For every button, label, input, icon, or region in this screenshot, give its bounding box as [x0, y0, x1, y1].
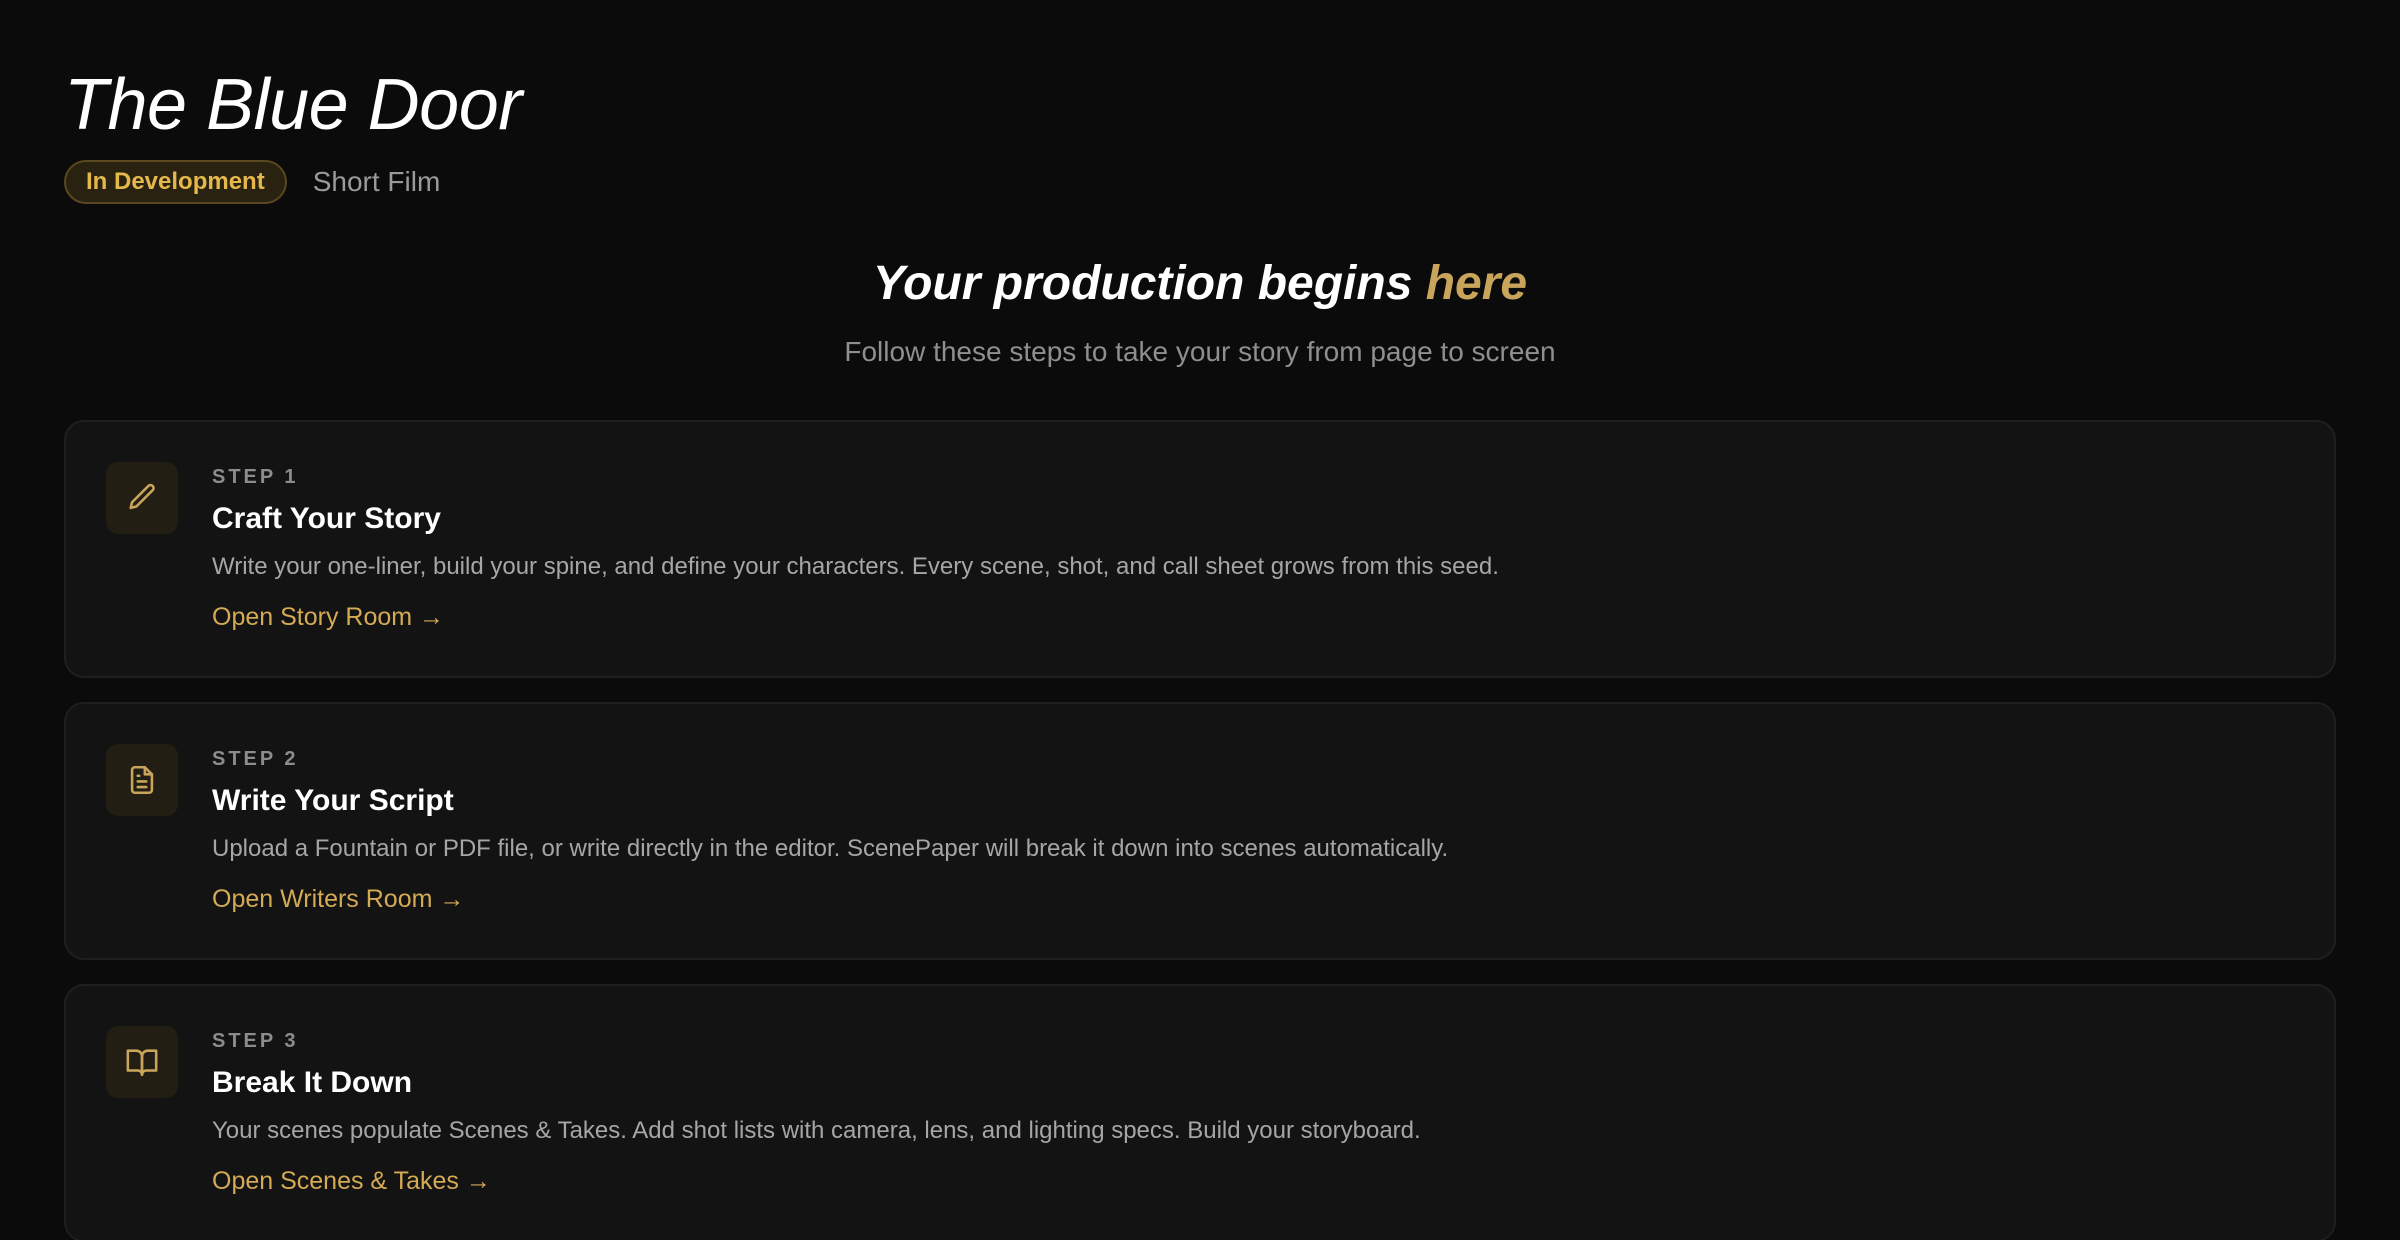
step-card-story: STEP 1 Craft Your Story Write your one-l…	[64, 420, 2336, 678]
open-writers-room-link[interactable]: Open Writers Room →	[212, 882, 464, 916]
status-badge: In Development	[64, 160, 287, 204]
step-body: STEP 1 Craft Your Story Write your one-l…	[212, 464, 2294, 634]
hero-title-main: Your production begins	[872, 257, 1426, 310]
step-body: STEP 2 Write Your Script Upload a Founta…	[212, 746, 2294, 916]
step-title: Break It Down	[212, 1066, 413, 1099]
project-type: Short Film	[312, 166, 441, 197]
page: The Blue Door In Development Short Film …	[0, 0, 2400, 1240]
project-title: The Blue Door	[64, 65, 522, 145]
document-icon	[106, 744, 178, 816]
step-card-breakdown: STEP 3 Break It Down Your scenes populat…	[64, 984, 2336, 1240]
step-label: STEP 3	[212, 1030, 299, 1052]
hero-title-accent: here	[1425, 257, 1528, 310]
step-card-script: STEP 2 Write Your Script Upload a Founta…	[64, 702, 2336, 960]
hero-subtitle: Follow these steps to take your story fr…	[844, 336, 1556, 367]
step-title: Write Your Script	[212, 784, 454, 817]
step-body: STEP 3 Break It Down Your scenes populat…	[212, 1028, 2294, 1198]
open-book-icon	[106, 1026, 178, 1098]
step-label: STEP 2	[212, 748, 299, 770]
step-description: Write your one-liner, build your spine, …	[212, 553, 1499, 580]
pencil-icon	[106, 462, 178, 534]
project-meta: In Development Short Film	[64, 160, 440, 204]
step-label: STEP 1	[212, 466, 299, 488]
step-description: Your scenes populate Scenes & Takes. Add…	[212, 1117, 1421, 1144]
open-story-room-link[interactable]: Open Story Room →	[212, 600, 444, 634]
steps-list: STEP 1 Craft Your Story Write your one-l…	[64, 420, 2336, 1240]
step-title: Craft Your Story	[212, 502, 441, 535]
hero-title: Your production begins here	[0, 252, 2400, 316]
open-scenes-takes-link[interactable]: Open Scenes & Takes →	[212, 1164, 491, 1198]
step-description: Upload a Fountain or PDF file, or write …	[212, 835, 1449, 862]
